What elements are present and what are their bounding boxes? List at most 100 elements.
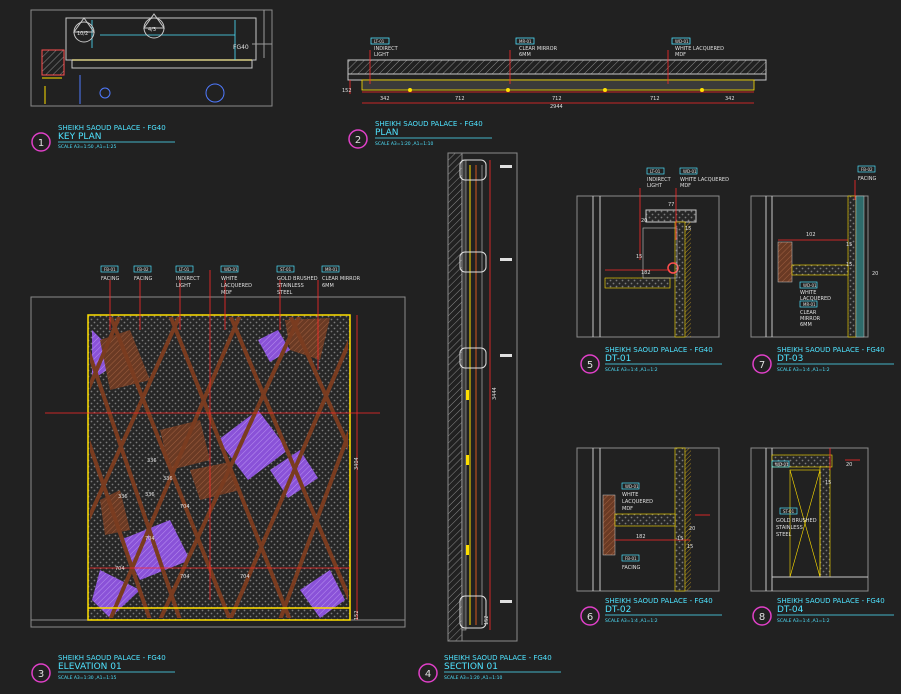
callout-text: GOLD BRUSHED [776,518,817,524]
dim-label: 152 [354,610,360,620]
title-block-5: 5 SHEIKH SAOUD PALACE - FG40 DT-01 SCALE… [580,346,722,374]
callout-text: WHITE [622,492,638,498]
dim-label: 704 [180,574,190,580]
dim-label: 712 [650,96,660,102]
view-title: DT-01 [605,354,631,364]
callout-text: 6MM [800,322,812,328]
view-number: 4 [425,669,431,680]
dim-label: 15 [687,544,693,550]
dim-label: 704 [180,504,190,510]
view-scale: SCALE A3=1:4 ,A1=1:2 [777,367,830,373]
dim-label: 704 [145,536,155,542]
view-number: 1 [38,138,44,149]
view-title: DT-04 [777,605,804,615]
callout-text: 6MM [322,283,334,289]
dim-label: 704 [240,574,250,580]
dim-label: 342 [380,96,390,102]
cad-drawing-sheet: FG40 10/2 4/3 LT-01 MR-01 WD-01 INDIRECT… [30,9,894,683]
callout-text: STAINLESS [776,525,803,531]
dim-label: 182 [636,534,646,540]
project-name: SHEIKH SAOUD PALACE - FG40 [58,654,166,662]
callout-tag: WD-01 [775,462,789,467]
callout-text: WHITE [221,276,237,282]
dim-label: 20 [641,218,647,224]
callout-tag: WD-01 [625,484,639,489]
dim-label: 336 [118,494,128,500]
view-title: SECTION 01 [444,662,498,672]
key-plan-view: FG40 10/2 4/3 [30,9,273,107]
dim-label: 152 [484,615,490,625]
dim-label: 15 [846,262,852,268]
view-scale: SCALE A3=1:20 ,A1=1:10 [444,675,502,681]
callout-text: FACING [858,176,876,182]
view-scale: SCALE A3=1:4 ,A1=1:2 [777,618,830,624]
project-name: SHEIKH SAOUD PALACE - FG40 [605,597,713,605]
callout-tag: LT-01 [650,169,661,174]
callout-tag: LT-01 [179,267,190,272]
dim-label: 15 [636,254,642,260]
project-name: SHEIKH SAOUD PALACE - FG40 [444,654,552,662]
callout-tag: MR-01 [519,39,532,44]
view-scale: SCALE A3=1:20 ,A1=1:10 [375,141,433,147]
callout-text: LIGHT [374,52,390,58]
callout-text: CLEAR MIRROR [322,276,361,282]
dim-label: 2944 [550,104,563,110]
dim-label: 152 [342,88,352,94]
callout-tag: WD-01 [683,169,697,174]
detail-dt04-view: WD-01 ST-01 GOLD BRUSHED STAINLESS STEEL… [750,447,869,592]
title-block-2: 2 SHEIKH SAOUD PALACE - FG40 PLAN SCALE … [348,120,492,149]
callout-text: STEEL [277,290,293,296]
dim-label: 336 [163,476,173,482]
title-block-8: 8 SHEIKH SAOUD PALACE - FG40 DT-04 SCALE… [752,597,894,626]
dim-label: 3404 [354,457,360,470]
callout-text: MDF [221,290,232,296]
title-block-1: 1 SHEIKH SAOUD PALACE - FG40 KEY PLAN SC… [31,124,175,152]
callout-tag: WD-01 [224,267,238,272]
detail-dt03-view: FB-02 WD-01 MR-01 FACING WHITE LACQUERED… [750,165,878,338]
view-title: ELEVATION 01 [58,662,122,672]
callout-text: LACQUERED [221,283,252,289]
project-name: SHEIKH SAOUD PALACE - FG40 [777,346,885,354]
plan-view: LT-01 MR-01 WD-01 INDIRECT LIGHT CLEAR M… [342,37,767,110]
callout-tag: FB-01 [625,556,637,561]
key-tag-b: 4/3 [148,27,156,33]
view-number: 7 [759,360,765,371]
view-scale: SCALE A3=1:4 ,A1=1:2 [605,618,658,624]
view-number: 3 [38,669,44,680]
callout-text: 6MM [519,52,531,58]
callout-tag: MR-01 [325,267,338,272]
view-scale: SCALE A3=1:30 ,A1=1:15 [58,675,116,681]
view-number: 8 [759,612,765,623]
room-label: FG40 [233,44,249,51]
title-block-7: 7 SHEIKH SAOUD PALACE - FG40 DT-03 SCALE… [752,346,894,374]
callout-text: MDF [622,506,633,512]
view-scale: SCALE A3=1:4 ,A1=1:2 [605,367,658,373]
detail-dt01-view: LT-01 WD-01 INDIRECT LIGHT WHITE LACQUER… [576,167,729,338]
callout-text: LACQUERED [622,499,653,505]
callout-tag: ST-01 [280,267,292,272]
dim-label: 704 [115,566,125,572]
dim-label: 712 [455,96,465,102]
callout-text: FACING [622,565,640,571]
dim-label: 15 [825,480,831,486]
title-block-3: 3 SHEIKH SAOUD PALACE - FG40 ELEVATION 0… [31,654,175,683]
dim-label: 712 [552,96,562,102]
callout-text: FACING [101,276,119,282]
dim-label: 182 [641,270,651,276]
dim-label: 15 [677,536,683,542]
dim-label: 15 [685,226,691,232]
dim-label: 20 [872,271,878,277]
callout-tag: FB-01 [104,267,116,272]
elevation-view: FB-01 FB-02 LT-01 WD-01 ST-01 MR-01 FACI… [30,265,406,628]
project-name: SHEIKH SAOUD PALACE - FG40 [375,120,483,128]
callout-text: STEEL [776,532,792,538]
view-title: DT-03 [777,354,803,364]
callout-text: INDIRECT [176,276,201,282]
callout-text: MDF [680,183,691,189]
view-title: DT-02 [605,605,631,615]
callout-tag: FB-02 [137,267,149,272]
callout-text: FACING [134,276,152,282]
dim-label: 342 [725,96,735,102]
callout-text: STAINLESS [277,283,304,289]
dim-label: 77 [668,202,674,208]
